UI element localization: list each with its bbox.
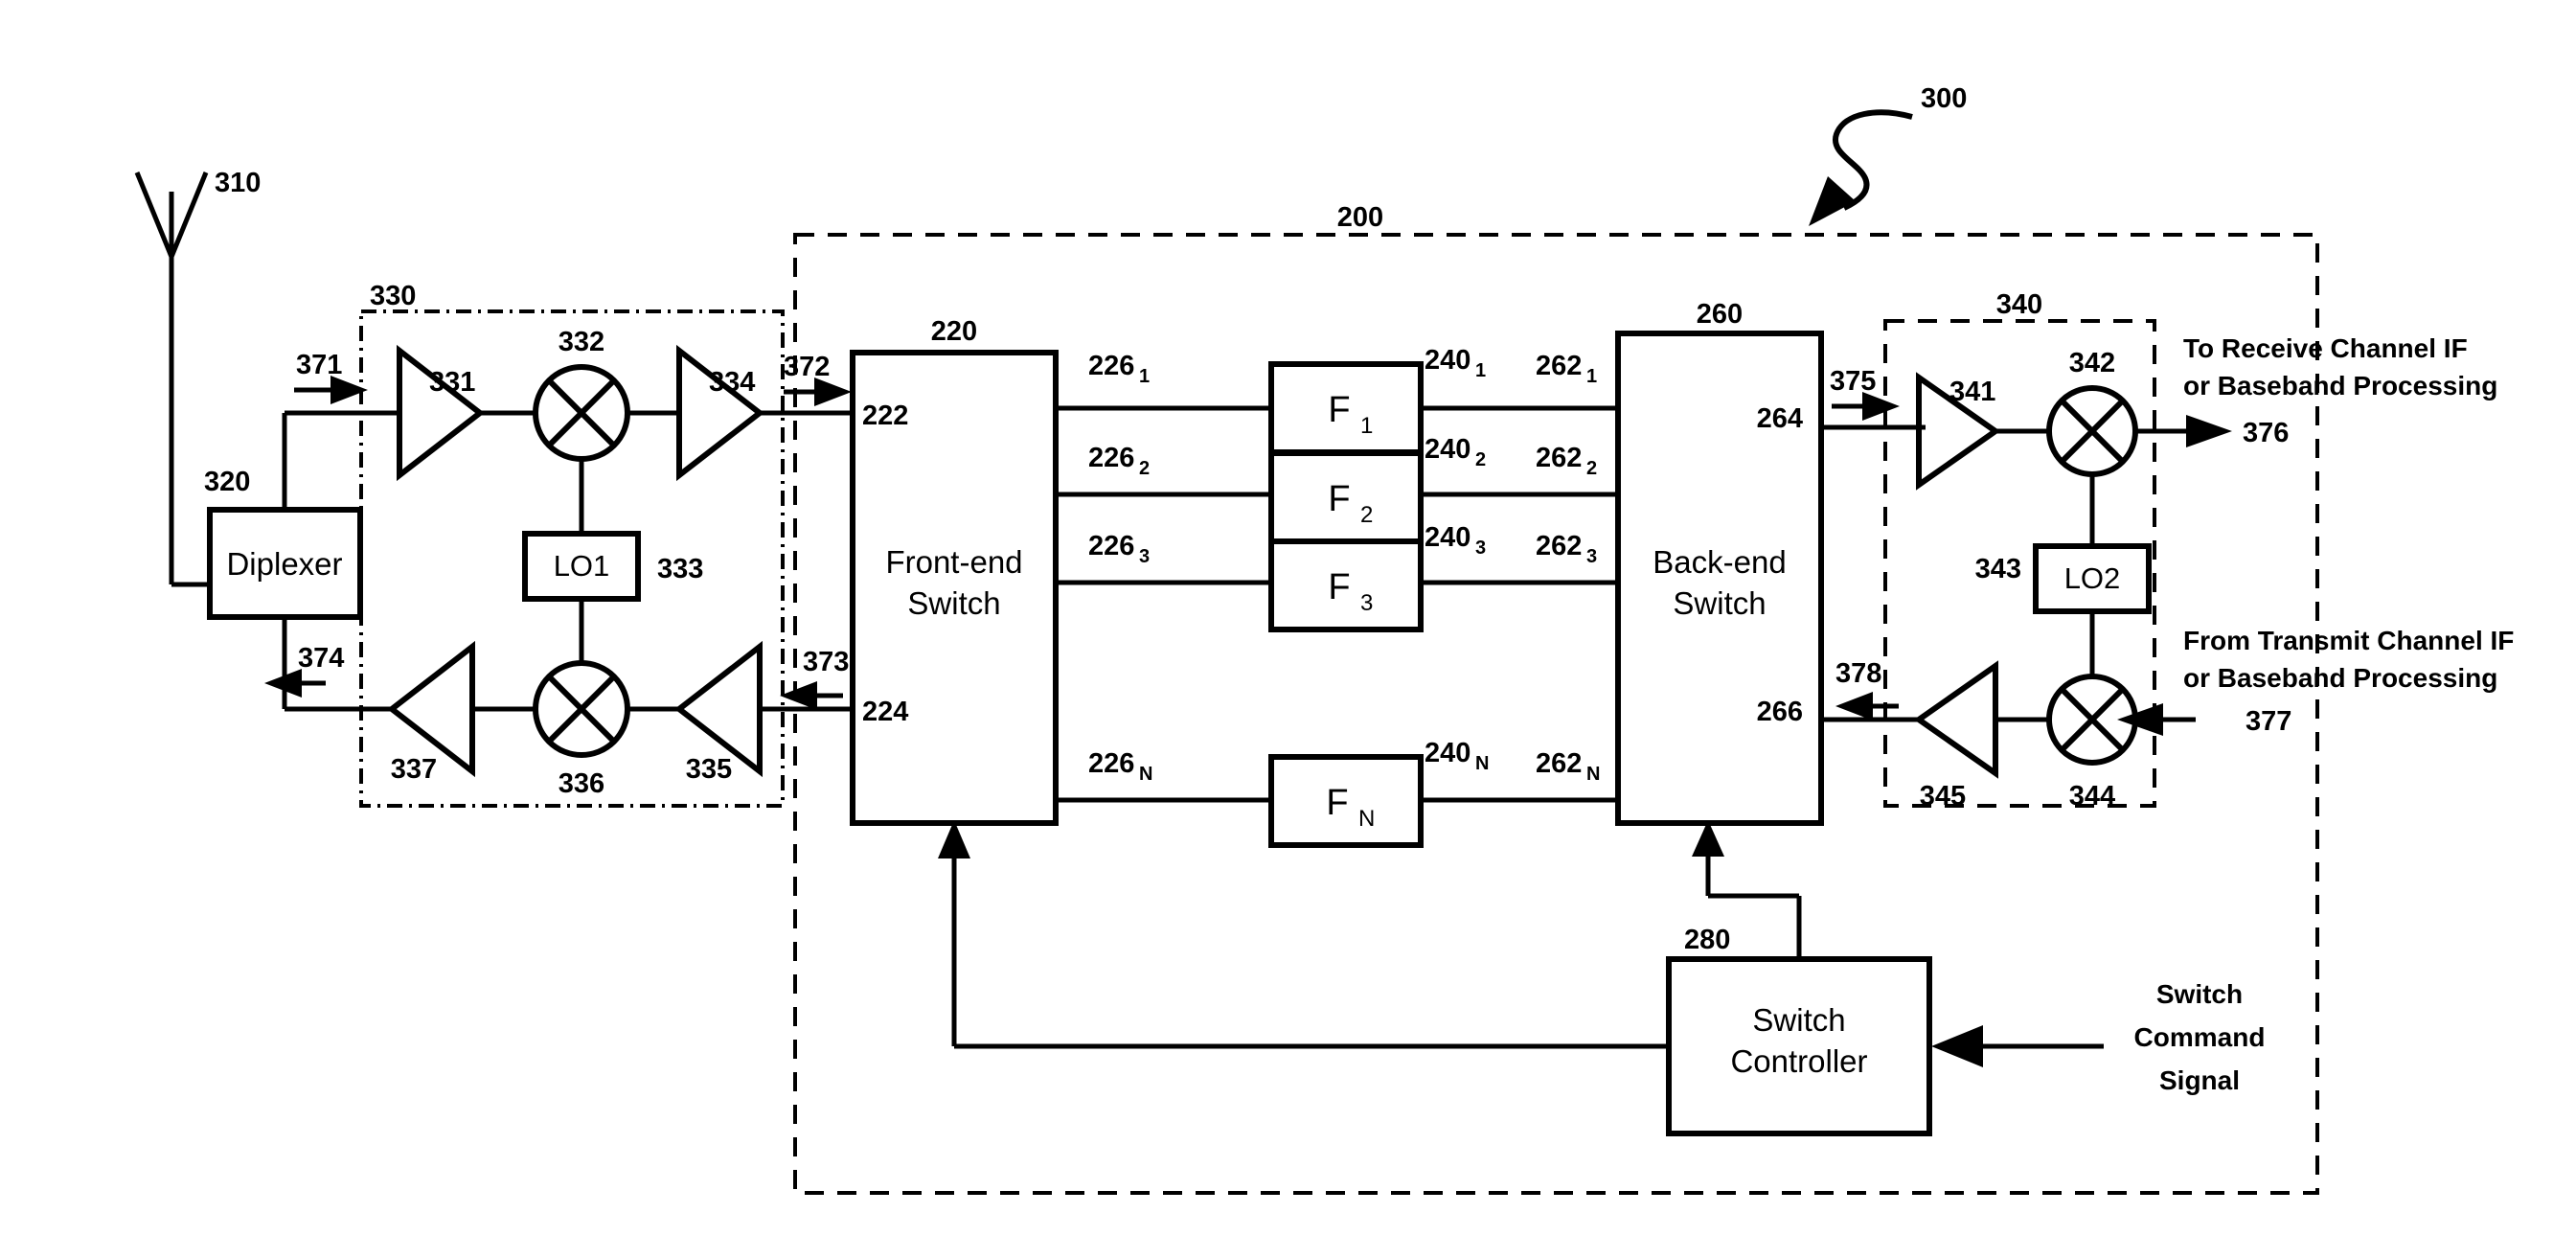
filter-3-output-ref: 240 xyxy=(1425,522,1470,553)
signal-371-path xyxy=(282,410,393,510)
amplifier-334-ref-label: 334 xyxy=(709,367,755,398)
filter-n-backend-ref: 262 xyxy=(1536,748,1582,779)
amplifier-331-ref-label: 331 xyxy=(429,367,475,398)
filter-2-input-ref: 226 xyxy=(1088,443,1134,473)
filter-1-backend-ref-sub: 1 xyxy=(1586,366,1597,387)
filter-3-sub: 3 xyxy=(1360,590,1373,616)
figure-number-label: 300 xyxy=(1921,83,1967,114)
signal-375-label: 375 xyxy=(1830,366,1876,397)
mixer-332-ref-label: 332 xyxy=(559,327,604,357)
filter-3-output-ref-sub: 3 xyxy=(1475,538,1486,559)
back-end-switch-label-line1: Back-end xyxy=(1653,544,1786,580)
filter-2-backend-ref: 262 xyxy=(1536,443,1582,473)
frontend-rf-ref-label: 330 xyxy=(370,281,416,311)
front-end-switch-port-222-label: 222 xyxy=(862,401,908,431)
front-end-switch-port-224-label: 224 xyxy=(862,697,908,727)
filter-3-input-ref: 226 xyxy=(1088,531,1134,561)
filter-n-input-ref-sub: N xyxy=(1139,764,1152,785)
mixer-336-symbol xyxy=(533,660,630,758)
signal-377-label: 377 xyxy=(2245,706,2291,737)
switch-command-signal-arrow xyxy=(1931,1025,2104,1067)
diplexer-label: Diplexer xyxy=(226,546,342,582)
switch-module-ref-label: 200 xyxy=(1337,202,1383,233)
amplifier-337-symbol xyxy=(387,640,475,778)
filter-2-label: F xyxy=(1328,479,1350,519)
signal-376-label: 376 xyxy=(2243,418,2289,448)
signal-373-arrow xyxy=(780,681,843,710)
filter-1-sub: 1 xyxy=(1360,413,1373,439)
signal-378-label: 378 xyxy=(1835,658,1881,689)
antenna-symbol xyxy=(134,172,209,522)
mixer-342-symbol xyxy=(2046,385,2138,477)
amplifier-337-ref-label: 337 xyxy=(391,754,437,785)
signal-376-arrowhead xyxy=(2186,415,2232,447)
filter-n-sub: N xyxy=(1358,806,1375,832)
switch-command-label-line1: Switch xyxy=(2156,979,2243,1009)
back-end-switch-label-line2: Switch xyxy=(1673,585,1766,621)
signal-373-label: 373 xyxy=(803,647,849,677)
signal-372-label: 372 xyxy=(784,352,830,382)
antenna-ref-label: 310 xyxy=(215,168,261,198)
mixer-332-symbol xyxy=(533,364,630,462)
filter-2-output-ref-sub: 2 xyxy=(1475,449,1486,470)
diplexer-ref-label: 320 xyxy=(204,467,250,497)
patent-figure-300: 300 310 Diplexer 320 371 330 331 332 LO1 xyxy=(0,0,2576,1236)
lo1-ref-label: 333 xyxy=(657,554,703,584)
filter-3-backend-ref: 262 xyxy=(1536,531,1582,561)
switch-controller-label-line1: Switch xyxy=(1752,1002,1845,1038)
signal-371-label: 371 xyxy=(296,350,342,380)
transmit-note-line2: or Baseband Processing xyxy=(2183,663,2497,693)
filter-2-input-ref-sub: 2 xyxy=(1139,458,1150,479)
controller-to-feswitch-path xyxy=(938,820,1669,1049)
back-end-switch-port-266-label: 266 xyxy=(1757,697,1803,727)
switch-command-label-line2: Command xyxy=(2134,1022,2266,1052)
switch-controller-ref-label: 280 xyxy=(1684,925,1730,955)
filter-1-output-ref-sub: 1 xyxy=(1475,360,1486,381)
receive-note-line2: or Baseband Processing xyxy=(2183,371,2497,401)
switch-controller-label-line2: Controller xyxy=(1730,1043,1867,1079)
filter-1-input-ref: 226 xyxy=(1088,351,1134,381)
amplifier-341-ref-label: 341 xyxy=(1949,377,1995,407)
amplifier-335-symbol xyxy=(674,640,763,778)
amplifier-345-symbol xyxy=(1913,660,1998,779)
backend-rf-ref-label: 340 xyxy=(1996,289,2042,320)
filter-1-backend-ref: 262 xyxy=(1536,351,1582,381)
front-end-switch-label-line2: Switch xyxy=(907,585,1000,621)
lo2-ref-label: 343 xyxy=(1975,554,2021,584)
signal-378-arrow xyxy=(1835,692,1899,721)
receive-note-line1: To Receive Channel IF xyxy=(2183,333,2468,363)
filter-3-backend-ref-sub: 3 xyxy=(1586,546,1597,567)
filter-3-label: F xyxy=(1328,567,1350,607)
mixer-342-ref-label: 342 xyxy=(2069,348,2115,378)
lo2-label: LO2 xyxy=(2064,561,2121,595)
mixer-344-ref-label: 344 xyxy=(2069,781,2115,812)
back-end-switch-port-264-label: 264 xyxy=(1757,403,1803,434)
diagram-canvas: 300 310 Diplexer 320 371 330 331 332 LO1 xyxy=(134,83,2514,1195)
filter-n-output-ref: 240 xyxy=(1425,738,1470,768)
front-end-switch-ref-label: 220 xyxy=(931,316,977,347)
filter-3-input-ref-sub: 3 xyxy=(1139,546,1150,567)
transmit-note-line1: From Transmit Channel IF xyxy=(2183,626,2514,655)
filter-n-input-ref: 226 xyxy=(1088,748,1134,779)
signal-374-label: 374 xyxy=(298,643,344,674)
filter-1-label: F xyxy=(1328,390,1350,430)
mixer-336-ref-label: 336 xyxy=(559,768,604,799)
back-end-switch-ref-label: 260 xyxy=(1697,299,1743,330)
filter-2-output-ref: 240 xyxy=(1425,434,1470,465)
filter-2-sub: 2 xyxy=(1360,502,1373,528)
figure-number-pointer xyxy=(1809,109,1913,226)
filter-n-label: F xyxy=(1326,783,1348,823)
front-end-switch-label-line1: Front-end xyxy=(885,544,1022,580)
filter-n-backend-ref-sub: N xyxy=(1586,764,1600,785)
switch-command-label-line3: Signal xyxy=(2159,1065,2240,1095)
filter-1-output-ref: 240 xyxy=(1425,345,1470,376)
filter-1-input-ref-sub: 1 xyxy=(1139,366,1150,387)
lo1-label: LO1 xyxy=(554,549,610,583)
filter-n-output-ref-sub: N xyxy=(1475,753,1489,774)
filter-2-backend-ref-sub: 2 xyxy=(1586,458,1597,479)
amplifier-335-ref-label: 335 xyxy=(686,754,732,785)
amplifier-345-ref-label: 345 xyxy=(1920,781,1966,812)
